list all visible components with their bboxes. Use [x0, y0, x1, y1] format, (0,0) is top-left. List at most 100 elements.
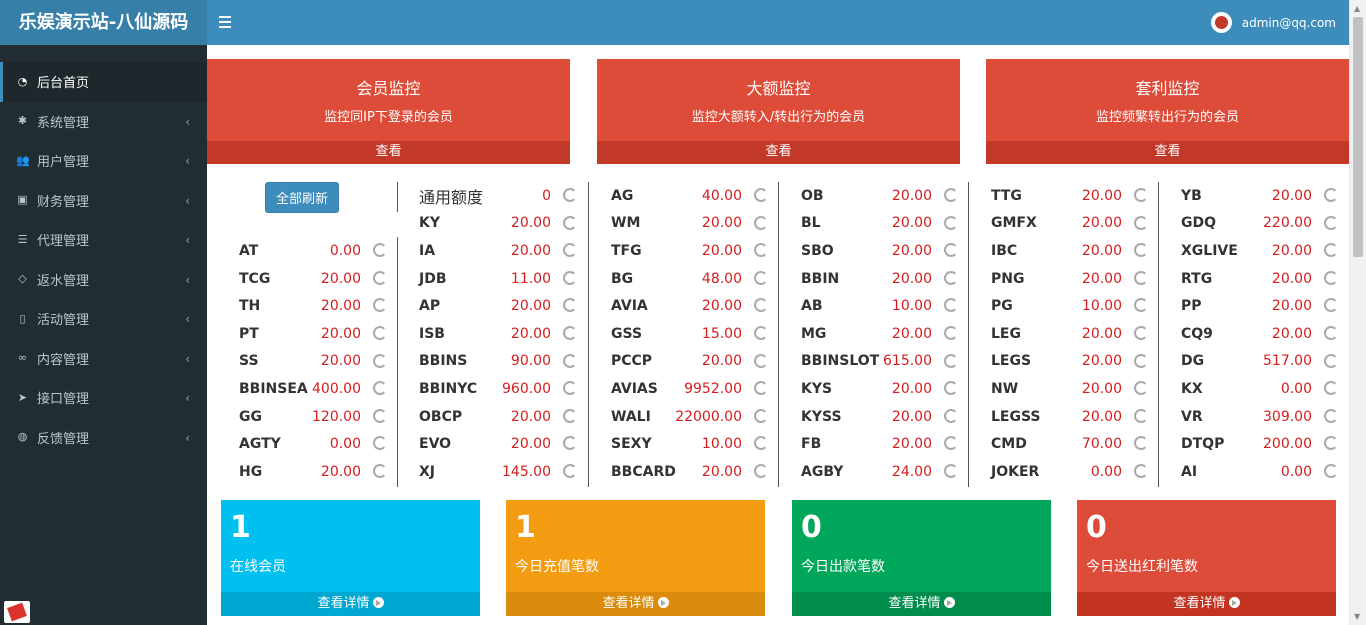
monitor-view-link[interactable]: 查看: [207, 141, 570, 164]
refresh-icon[interactable]: [944, 215, 958, 230]
refresh-icon[interactable]: [373, 326, 387, 340]
refresh-icon[interactable]: [1134, 188, 1148, 202]
scrollbar-thumb[interactable]: [1353, 17, 1363, 257]
refresh-icon[interactable]: [1134, 326, 1148, 340]
scroll-down-icon[interactable]: ▼: [1354, 612, 1360, 621]
sidebar-item-0[interactable]: ◔ 后台首页: [0, 62, 207, 102]
sidebar-item-5[interactable]: ◇ 返水管理 ‹: [0, 260, 207, 300]
refresh-icon[interactable]: [563, 270, 577, 285]
refresh-icon[interactable]: [563, 298, 577, 313]
refresh-icon[interactable]: [563, 408, 577, 423]
stat-more-link[interactable]: 查看详情: [221, 592, 480, 616]
refresh-icon[interactable]: [563, 243, 577, 258]
refresh-icon[interactable]: [754, 215, 768, 230]
refresh-icon[interactable]: [563, 326, 577, 340]
chevron-left-icon: ‹: [185, 193, 190, 208]
refresh-icon[interactable]: [944, 464, 958, 478]
monitor-view-link[interactable]: 查看: [986, 141, 1349, 164]
refresh-icon[interactable]: [373, 270, 387, 285]
platform-balance: 9952.00: [684, 380, 742, 397]
refresh-icon[interactable]: [563, 188, 577, 202]
refresh-icon[interactable]: [1134, 408, 1148, 423]
platform-name: DTQP: [1181, 436, 1225, 453]
refresh-icon[interactable]: [944, 353, 958, 368]
refresh-icon[interactable]: [1134, 298, 1148, 313]
refresh-icon[interactable]: [373, 436, 387, 451]
refresh-icon[interactable]: [563, 464, 577, 478]
stat-more-link[interactable]: 查看详情: [1077, 592, 1336, 616]
refresh-icon[interactable]: [944, 270, 958, 285]
refresh-icon[interactable]: [373, 408, 387, 423]
refresh-icon[interactable]: [754, 464, 768, 478]
refresh-icon[interactable]: [1324, 381, 1338, 396]
refresh-icon[interactable]: [1324, 326, 1338, 340]
refresh-icon[interactable]: [754, 381, 768, 396]
refresh-icon[interactable]: [1324, 243, 1338, 258]
refresh-icon[interactable]: [1324, 188, 1338, 202]
balance-row: FB 20.00: [779, 430, 969, 458]
balance-row: BL 20.00: [779, 210, 969, 238]
refresh-icon[interactable]: [563, 215, 577, 230]
hamburger-icon[interactable]: [219, 13, 235, 31]
refresh-icon[interactable]: [754, 298, 768, 313]
refresh-icon[interactable]: [563, 436, 577, 451]
gear-icon: ✱: [17, 114, 28, 128]
user-menu[interactable]: admin@qq.com: [1210, 12, 1336, 33]
refresh-icon[interactable]: [944, 408, 958, 423]
refresh-icon[interactable]: [373, 243, 387, 258]
refresh-icon[interactable]: [1324, 436, 1338, 451]
refresh-icon[interactable]: [944, 243, 958, 258]
refresh-icon[interactable]: [373, 381, 387, 396]
monitor-view-link[interactable]: 查看: [597, 141, 960, 164]
scrollbar[interactable]: ▲ ▼: [1349, 0, 1366, 625]
sidebar-item-2[interactable]: 👥 用户管理 ‹: [0, 141, 207, 181]
refresh-icon[interactable]: [944, 188, 958, 202]
sidebar-item-7[interactable]: ∞ 内容管理 ‹: [0, 339, 207, 379]
refresh-icon[interactable]: [754, 326, 768, 340]
refresh-icon[interactable]: [754, 436, 768, 451]
refresh-icon[interactable]: [1134, 381, 1148, 396]
platform-name: PNG: [991, 270, 1025, 287]
refresh-icon[interactable]: [944, 381, 958, 396]
refresh-icon[interactable]: [754, 270, 768, 285]
refresh-icon[interactable]: [754, 243, 768, 258]
app-badge-icon[interactable]: [4, 601, 30, 623]
refresh-icon[interactable]: [1134, 243, 1148, 258]
refresh-icon[interactable]: [1134, 215, 1148, 230]
refresh-icon[interactable]: [944, 436, 958, 451]
refresh-icon[interactable]: [563, 353, 577, 368]
refresh-icon[interactable]: [373, 464, 387, 478]
refresh-icon[interactable]: [944, 298, 958, 313]
refresh-icon[interactable]: [1324, 353, 1338, 368]
refresh-icon[interactable]: [754, 188, 768, 202]
scroll-up-icon[interactable]: ▲: [1354, 4, 1360, 13]
sidebar-item-6[interactable]: ▯ 活动管理 ‹: [0, 299, 207, 339]
stat-more-link[interactable]: 查看详情: [792, 592, 1051, 616]
sidebar-item-8[interactable]: ➤ 接口管理 ‹: [0, 378, 207, 418]
platform-balance: 400.00: [312, 380, 361, 397]
refresh-icon[interactable]: [1324, 270, 1338, 285]
stat-more-link[interactable]: 查看详情: [506, 592, 765, 616]
platform-name: AG: [611, 187, 634, 204]
refresh-icon[interactable]: [373, 298, 387, 313]
refresh-icon[interactable]: [1134, 436, 1148, 451]
refresh-icon[interactable]: [563, 381, 577, 396]
monitor-card-1: 大额监控 监控大额转入/转出行为的会员 查看: [597, 59, 960, 164]
refresh-icon[interactable]: [373, 353, 387, 368]
refresh-icon[interactable]: [1324, 408, 1338, 423]
refresh-icon[interactable]: [1134, 464, 1148, 478]
refresh-icon[interactable]: [754, 353, 768, 368]
refresh-icon[interactable]: [1324, 464, 1338, 478]
sidebar-item-9[interactable]: ◍ 反馈管理 ‹: [0, 418, 207, 458]
refresh-icon[interactable]: [1134, 353, 1148, 368]
refresh-icon[interactable]: [1134, 270, 1148, 285]
stat-more-label: 查看详情: [602, 596, 655, 611]
refresh-icon[interactable]: [944, 326, 958, 340]
refresh-icon[interactable]: [1324, 215, 1338, 230]
sidebar-item-1[interactable]: ✱ 系统管理 ‹: [0, 102, 207, 142]
app-logo[interactable]: 乐娱演示站-八仙源码: [0, 0, 207, 45]
sidebar-item-4[interactable]: ☰ 代理管理 ‹: [0, 220, 207, 260]
refresh-icon[interactable]: [754, 408, 768, 423]
refresh-icon[interactable]: [1324, 298, 1338, 313]
sidebar-item-3[interactable]: ▣ 财务管理 ‹: [0, 181, 207, 221]
